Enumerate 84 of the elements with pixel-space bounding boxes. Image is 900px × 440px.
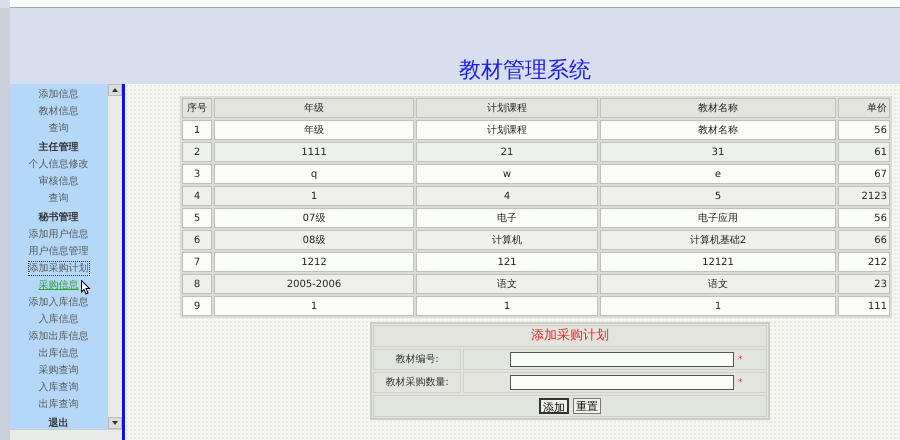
table-cell: 67 [838,164,890,184]
table-cell: 计算机 [416,230,598,250]
required-mark: * [738,378,742,388]
table-cell: 7 [182,252,212,272]
system-title: 教材管理系统 [459,58,591,84]
table-cell: 1 [600,296,836,316]
table-cell: 6 [182,230,212,250]
horizontal-scrollbar[interactable] [10,429,122,440]
sidebar-link[interactable]: 入库查询 [38,379,78,396]
column-header: 序号 [182,98,212,118]
scroll-up-icon[interactable] [108,84,122,96]
form-button[interactable]: 重置 [573,398,601,414]
sidebar-link[interactable]: 查询 [48,190,68,207]
cursor-icon [80,280,90,295]
table-cell: w [416,164,598,184]
table-cell: 4 [416,186,598,206]
sidebar-link[interactable]: 审核信息 [38,173,78,190]
table-cell: 1111 [214,142,414,162]
table-cell: 56 [838,208,890,228]
scroll-down-icon[interactable] [108,417,122,429]
table-cell: 电子 [416,208,598,228]
table-cell: 1 [182,120,212,140]
form-title: 添加采购计划 [373,325,767,347]
required-mark: * [738,354,742,364]
table-cell: 08级 [214,230,414,250]
vertical-scrollbar[interactable] [107,84,122,429]
table-cell: 21 [416,142,598,162]
column-header: 教材名称 [600,98,836,118]
table-cell: 111 [838,296,890,316]
table-cell: 计划课程 [416,120,598,140]
table-cell: 年级 [214,120,414,140]
sidebar-link[interactable]: 添加入库信息 [28,294,88,311]
table-cell: 2 [182,142,212,162]
input-field[interactable] [510,352,734,367]
table-cell: 23 [838,274,890,294]
sidebar-link[interactable]: 添加出库信息 [28,328,88,345]
field-label: 教材采购数量: [373,372,461,393]
table-cell: 电子应用 [600,208,836,228]
table-cell: 1 [214,296,414,316]
table-cell: 计算机基础2 [600,230,836,250]
table-cell: 31 [600,142,836,162]
table-cell: 1 [214,186,414,206]
sidebar-link[interactable]: 教材信息 [38,103,78,120]
sidebar-link[interactable]: 添加信息 [38,86,78,103]
table-cell: 5 [600,186,836,206]
table-cell: 2005-2006 [214,274,414,294]
table-cell: e [600,164,836,184]
input-field[interactable] [510,375,734,390]
table-cell: 语文 [416,274,598,294]
column-header: 单价 [838,98,890,118]
sidebar-link[interactable]: 采购查询 [38,362,78,379]
table-cell: 教材名称 [600,120,836,140]
table-cell: 2123 [838,186,890,206]
table-cell: 12121 [600,252,836,272]
table-cell: 66 [838,230,890,250]
sidebar-heading[interactable]: 主任管理 [38,139,78,156]
table-cell: 212 [838,252,890,272]
table-cell: 语文 [600,274,836,294]
table-cell: 4 [182,186,212,206]
sidebar-link[interactable]: 出库信息 [38,345,78,362]
table-cell: 07级 [214,208,414,228]
sidebar-link[interactable]: 添加采购计划 [28,262,88,275]
sidebar-link[interactable]: 用户信息管理 [28,243,88,260]
sidebar-link[interactable]: 入库信息 [38,311,78,328]
column-header: 年级 [214,98,414,118]
sidebar-link[interactable]: 个人信息修改 [28,156,88,173]
sidebar-heading[interactable]: 秘书管理 [38,209,78,226]
field-label: 教材编号: [373,349,461,370]
form-button[interactable]: 添加 [539,398,569,414]
table-cell: 56 [838,120,890,140]
table-cell: 1 [416,296,598,316]
sidebar-heading[interactable]: 退出 [48,415,68,429]
column-header: 计划课程 [416,98,598,118]
table-cell: 3 [182,164,212,184]
table-cell: 1212 [214,252,414,272]
table-cell: 5 [182,208,212,228]
sidebar-link[interactable]: 出库查询 [38,396,78,413]
table-cell: 61 [838,142,890,162]
sidebar-link[interactable]: 查询 [48,120,68,137]
table-cell: 8 [182,274,212,294]
sidebar-link[interactable]: 添加用户信息 [28,226,88,243]
table-cell: 121 [416,252,598,272]
table-cell: q [214,164,414,184]
table-cell: 9 [182,296,212,316]
